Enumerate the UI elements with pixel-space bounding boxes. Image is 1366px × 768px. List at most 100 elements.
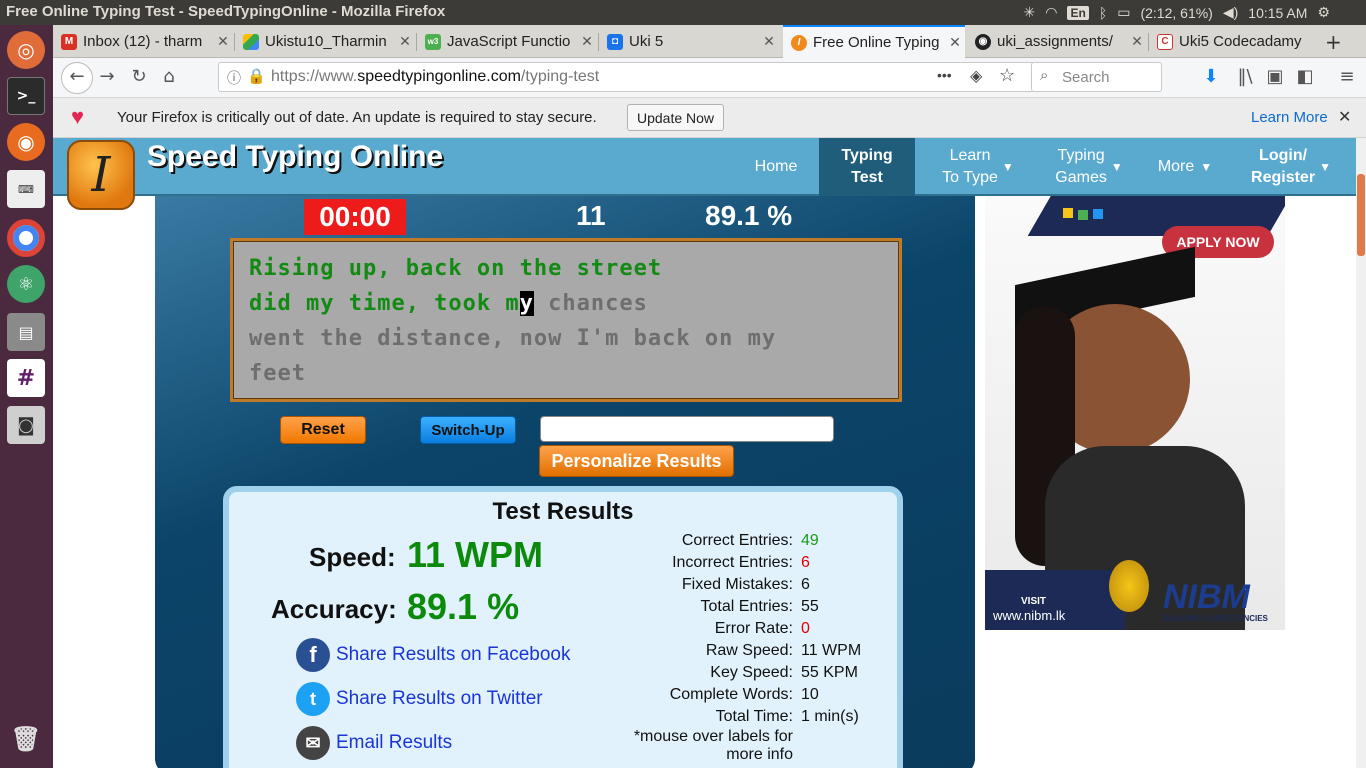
download-icon[interactable]: ⬇: [1199, 66, 1223, 87]
tab-label: Uki 5: [629, 33, 664, 50]
nav-login-register[interactable]: Login/Register ▼: [1243, 138, 1339, 196]
tab-gmail[interactable]: M Inbox (12) - tharm ✕: [53, 25, 233, 58]
page-actions-icon[interactable]: •••: [937, 67, 952, 83]
stat-label[interactable]: Key Speed:: [553, 664, 793, 682]
clock[interactable]: 10:15 AM: [1248, 5, 1307, 21]
stat-value: 55: [801, 598, 819, 615]
site-logo-icon[interactable]: I: [67, 140, 135, 210]
terminal-icon[interactable]: >_: [7, 77, 45, 115]
url-bar[interactable]: ⓘ 🔒 https://www.speedtypingonline.com/ty…: [218, 62, 1076, 92]
nav-label: Games: [1055, 169, 1107, 186]
w3-icon: w3: [425, 33, 441, 50]
stat-value: 6: [801, 576, 810, 593]
close-tab-icon[interactable]: ✕: [759, 33, 779, 50]
tab-typing-test[interactable]: I Free Online Typing ✕: [783, 25, 965, 58]
reset-button[interactable]: Reset: [280, 416, 366, 444]
nav-more[interactable]: More ▼: [1151, 138, 1219, 196]
firefox-icon[interactable]: ◉: [7, 123, 45, 161]
page-scrollbar[interactable]: [1356, 138, 1366, 768]
files-icon[interactable]: ▤: [7, 313, 45, 351]
url-path: /typing-test: [520, 68, 600, 85]
battery-status[interactable]: (2:12, 61%): [1140, 5, 1212, 21]
close-tab-icon[interactable]: ✕: [577, 33, 597, 50]
new-tab-icon[interactable]: +: [1325, 30, 1342, 54]
tab-github[interactable]: ◉ uki_assignments/ ✕: [967, 25, 1147, 58]
url-domain: speedtypingonline.com: [357, 68, 521, 85]
update-now-button[interactable]: Update Now: [627, 104, 724, 131]
typing-text-area[interactable]: Rising up, back on the street did my tim…: [230, 238, 902, 402]
sidebar-icon[interactable]: ◧: [1293, 66, 1317, 87]
share-facebook-link[interactable]: f Share Results on Facebook: [296, 638, 570, 672]
ad-dot: [1063, 208, 1073, 218]
tab-drive[interactable]: Ukistu10_Tharmin ✕: [235, 25, 415, 58]
close-tab-icon[interactable]: ✕: [1127, 33, 1147, 50]
tab-uki5[interactable]: ◘ Uki 5 ✕: [599, 25, 779, 58]
trash-icon[interactable]: 🗑: [7, 720, 45, 758]
stat-label[interactable]: Error Rate:: [553, 620, 793, 638]
share-facebook-label: Share Results on Facebook: [336, 644, 571, 665]
back-icon[interactable]: ←: [61, 62, 93, 94]
personalize-results-button[interactable]: Personalize Results: [539, 445, 734, 477]
camera-icon[interactable]: ◙: [7, 406, 45, 444]
chrome-icon[interactable]: [7, 219, 45, 257]
search-input[interactable]: ⌕ Search: [1031, 62, 1162, 92]
menu-hamburger-icon[interactable]: ≡: [1335, 66, 1359, 87]
keyboard-app-icon[interactable]: ⌨: [7, 170, 45, 208]
bluetooth-icon[interactable]: ᛒ: [1099, 5, 1107, 21]
nav-typing-games[interactable]: Typing Games ▼: [1049, 138, 1129, 196]
stat-value: 6: [801, 554, 810, 571]
bookmark-star-icon[interactable]: ☆: [999, 65, 1015, 86]
pocket-icon[interactable]: ◈: [970, 66, 982, 86]
web-page: I Speed Typing Online Home Typing Test Le…: [53, 138, 1356, 768]
slack-tray-icon[interactable]: ✳: [1024, 4, 1036, 21]
switch-up-button[interactable]: Switch-Up: [420, 416, 516, 444]
close-notice-icon[interactable]: ✕: [1338, 107, 1351, 127]
ad-dot: [1093, 209, 1103, 219]
forward-icon[interactable]: →: [95, 66, 119, 87]
stat-label[interactable]: Correct Entries:: [553, 532, 793, 550]
stat-label[interactable]: Total Time:: [553, 708, 793, 726]
nav-learn-to-type[interactable]: Learn To Type ▼: [933, 138, 1023, 196]
dropdown-arrow-icon: ▼: [1200, 160, 1213, 174]
battery-icon[interactable]: ▭: [1117, 4, 1130, 21]
launcher: ◎ >_ ◉ ⌨ ⚛ ▤ # ◙ 🗑: [0, 25, 53, 768]
reload-icon[interactable]: ↻: [127, 66, 151, 87]
tab-javascript[interactable]: w3 JavaScript Functio ✕: [417, 25, 597, 58]
tab-codecademy[interactable]: C Uki5 Codecadamy: [1149, 25, 1325, 58]
email-results-label: Email Results: [336, 732, 453, 753]
library-icon[interactable]: ‖\: [1233, 66, 1257, 87]
ubuntu-dash-icon[interactable]: ◎: [7, 31, 45, 69]
share-twitter-link[interactable]: t Share Results on Twitter: [296, 682, 543, 716]
ad-url[interactable]: www.nibm.lk: [993, 608, 1065, 623]
close-tab-icon[interactable]: ✕: [395, 33, 415, 50]
close-tab-icon[interactable]: ✕: [213, 33, 233, 50]
keyboard-language-indicator[interactable]: En: [1067, 5, 1089, 20]
name-input[interactable]: [540, 416, 834, 442]
synced-tabs-icon[interactable]: ▣: [1263, 66, 1287, 87]
nibm-advertisement[interactable]: APPLY NOW VISIT www.nibm.lk NIBM BUILDIN…: [985, 196, 1285, 630]
test-results-panel: Test Results Speed: 11 WPM Accuracy: 89.…: [223, 486, 903, 768]
slack-icon[interactable]: #: [7, 359, 45, 397]
search-placeholder: Search: [1062, 69, 1110, 86]
wifi-icon[interactable]: ◠: [1045, 4, 1057, 21]
learn-more-link[interactable]: Learn More: [1251, 109, 1328, 126]
power-gear-icon[interactable]: ⚙: [1317, 4, 1330, 21]
scrollbar-thumb[interactable]: [1357, 174, 1365, 256]
volume-icon[interactable]: ◀): [1223, 4, 1238, 21]
stat-label[interactable]: Raw Speed:: [553, 642, 793, 660]
site-logo-text[interactable]: Speed Typing Online: [147, 140, 443, 174]
email-results-link[interactable]: ✉ Email Results: [296, 726, 452, 760]
stat-label[interactable]: Complete Words:: [553, 686, 793, 704]
url-text[interactable]: https://www.speedtypingonline.com/typing…: [271, 68, 599, 86]
home-icon[interactable]: ⌂: [157, 66, 181, 87]
stat-label[interactable]: Incorrect Entries:: [553, 554, 793, 572]
nav-typing-test[interactable]: Typing Test: [819, 138, 915, 196]
info-icon[interactable]: ⓘ: [227, 68, 241, 88]
nav-home[interactable]: Home: [741, 138, 811, 196]
stat-label[interactable]: Fixed Mistakes:: [553, 576, 793, 594]
speed-label: Speed:: [309, 542, 396, 572]
close-tab-icon[interactable]: ✕: [945, 34, 965, 51]
atom-icon[interactable]: ⚛: [7, 265, 45, 303]
stat-label[interactable]: Total Entries:: [553, 598, 793, 616]
timer: 00:00: [304, 199, 406, 235]
